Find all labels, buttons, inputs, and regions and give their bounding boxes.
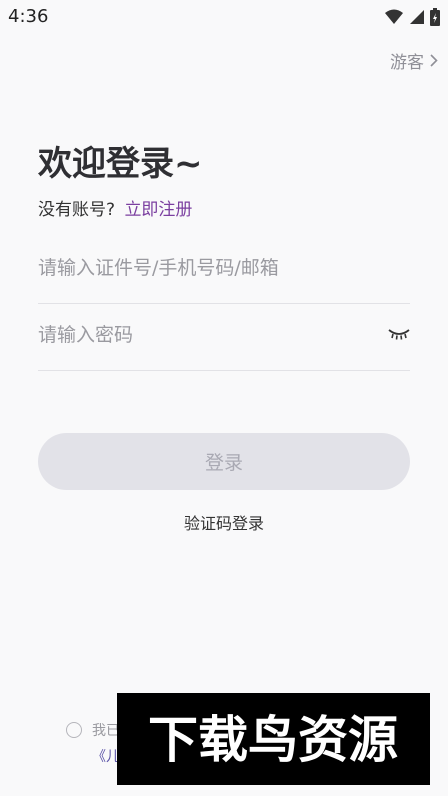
register-row: 没有账号? 立即注册 [38,195,192,220]
welcome-title: 欢迎登录~ [38,144,203,184]
agreement-checkbox[interactable] [66,722,82,738]
watermark-overlay: 下载鸟资源 [117,693,430,785]
status-bar: 4:36 [0,0,448,34]
sms-login-link[interactable]: 验证码登录 [0,510,448,534]
watermark-logo: 下载鸟资源 [148,711,398,769]
login-button[interactable]: 登录 [38,433,410,490]
signal-icon [410,10,424,24]
agreement-prefix: 我已 [92,723,120,739]
eye-closed-icon[interactable] [388,326,410,344]
register-prompt: 没有账号? [38,200,116,220]
agreement-row: 我已 [66,720,120,740]
guest-button[interactable]: 游客 [390,48,438,73]
register-link[interactable]: 立即注册 [124,200,192,220]
status-icons [385,8,440,26]
battery-icon [430,8,440,26]
svg-text:下载鸟资源: 下载鸟资源 [148,711,398,769]
guest-label: 游客 [390,53,424,73]
account-input[interactable] [38,235,368,301]
password-field [38,302,410,371]
agreement-link[interactable]: 《儿 [92,746,120,766]
wifi-icon [385,9,403,24]
account-field [38,235,410,304]
chevron-right-icon [430,54,438,67]
password-input[interactable] [38,302,368,368]
status-time: 4:36 [8,6,49,27]
